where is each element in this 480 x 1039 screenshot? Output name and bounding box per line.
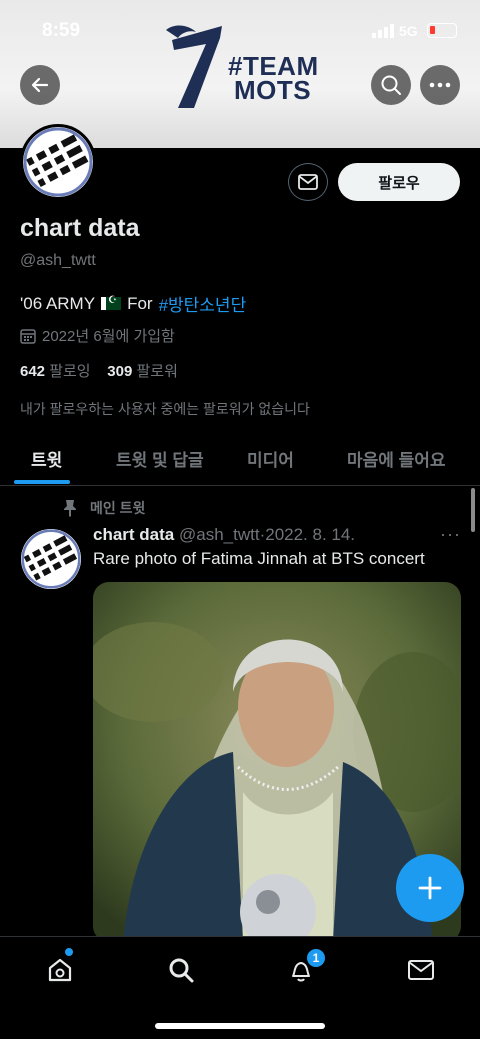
envelope-icon	[298, 174, 318, 190]
nav-search[interactable]	[166, 955, 196, 985]
bio-prefix: '06 ARMY	[20, 293, 96, 313]
follow-button[interactable]: 팔로우	[338, 163, 460, 201]
pin-icon	[64, 500, 76, 517]
plus-icon	[418, 876, 442, 900]
profile-avatar[interactable]	[20, 124, 96, 200]
profile-name: chart data	[20, 214, 140, 242]
back-button[interactable]	[20, 65, 60, 105]
tweet-date[interactable]: 2022. 8. 14.	[265, 525, 355, 544]
tab-likes[interactable]: 마음에 들어요	[347, 446, 446, 471]
status-bar: 8:59 5G	[0, 0, 480, 60]
profile-handle: @ash_twtt	[20, 252, 96, 269]
logo-line-mots: MOTS	[234, 75, 312, 105]
pakistan-flag-icon	[101, 295, 122, 310]
followers-count: 309	[107, 363, 133, 380]
home-indicator[interactable]	[155, 1023, 325, 1029]
status-time: 8:59	[42, 20, 81, 41]
notifications-badge: 1	[306, 948, 326, 968]
tab-tweets-replies[interactable]: 트윗 및 답글	[116, 446, 204, 471]
tweet-more-button[interactable]: ···	[440, 524, 461, 545]
signal-icon	[372, 24, 394, 38]
piano-keys-avatar-image	[21, 529, 81, 589]
tweet-author-name[interactable]: chart data	[93, 525, 174, 544]
tweet-author-handle: @ash_twtt	[178, 525, 260, 544]
nav-home[interactable]	[45, 955, 75, 985]
followers-link[interactable]: 309 팔로워	[107, 363, 178, 380]
tweet-author-avatar[interactable]	[21, 529, 81, 589]
network-type: 5G	[399, 23, 418, 39]
search-button[interactable]	[371, 65, 411, 105]
pinned-text: 메인 트윗	[90, 500, 146, 516]
piano-keys-avatar-image	[23, 127, 93, 197]
scrollbar[interactable]	[471, 488, 475, 532]
more-options-button[interactable]	[420, 65, 460, 105]
envelope-icon	[408, 960, 434, 980]
following-link[interactable]: 642 팔로잉	[20, 363, 91, 380]
search-icon	[169, 958, 194, 983]
more-dots-icon	[429, 82, 451, 88]
home-unread-dot	[65, 948, 73, 956]
home-icon	[48, 958, 72, 982]
arrow-left-icon	[31, 77, 49, 93]
tab-tweets[interactable]: 트윗	[31, 446, 62, 471]
tab-media[interactable]: 미디어	[247, 446, 294, 471]
team-mots-logo: #TEAM MOTS	[228, 53, 319, 105]
tweet-header: chart data @ash_twtt·2022. 8. 14.	[93, 525, 355, 545]
joined-date: 2022년 6월에 가입함	[20, 325, 175, 346]
message-button[interactable]	[288, 163, 328, 201]
following-label: 팔로잉	[49, 363, 91, 380]
mutual-followers-note: 내가 팔로우하는 사용자 중에는 팔로워가 없습니다	[20, 401, 310, 417]
follow-stats: 642 팔로잉 309 팔로워	[20, 360, 178, 381]
bio-hashtag-link[interactable]: #방탄소년단	[159, 291, 247, 316]
nav-messages[interactable]	[406, 955, 436, 985]
profile-bio: '06 ARMY For #방탄소년단	[20, 291, 246, 316]
search-icon	[381, 75, 401, 95]
following-count: 642	[20, 363, 46, 380]
calendar-icon	[20, 328, 36, 344]
pinned-tweet-label: 메인 트윗	[62, 498, 145, 518]
followers-label: 팔로워	[136, 363, 178, 380]
profile-tabs: 트윗 트윗 및 답글 미디어 마음에 들어요	[0, 434, 480, 486]
bio-mid: For	[127, 293, 153, 313]
joined-text: 2022년 6월에 가입함	[42, 328, 175, 345]
active-tab-indicator	[14, 480, 70, 484]
battery-icon	[427, 23, 457, 38]
tweet-text: Rare photo of Fatima Jinnah at BTS conce…	[93, 549, 425, 568]
compose-tweet-button[interactable]	[396, 854, 464, 922]
